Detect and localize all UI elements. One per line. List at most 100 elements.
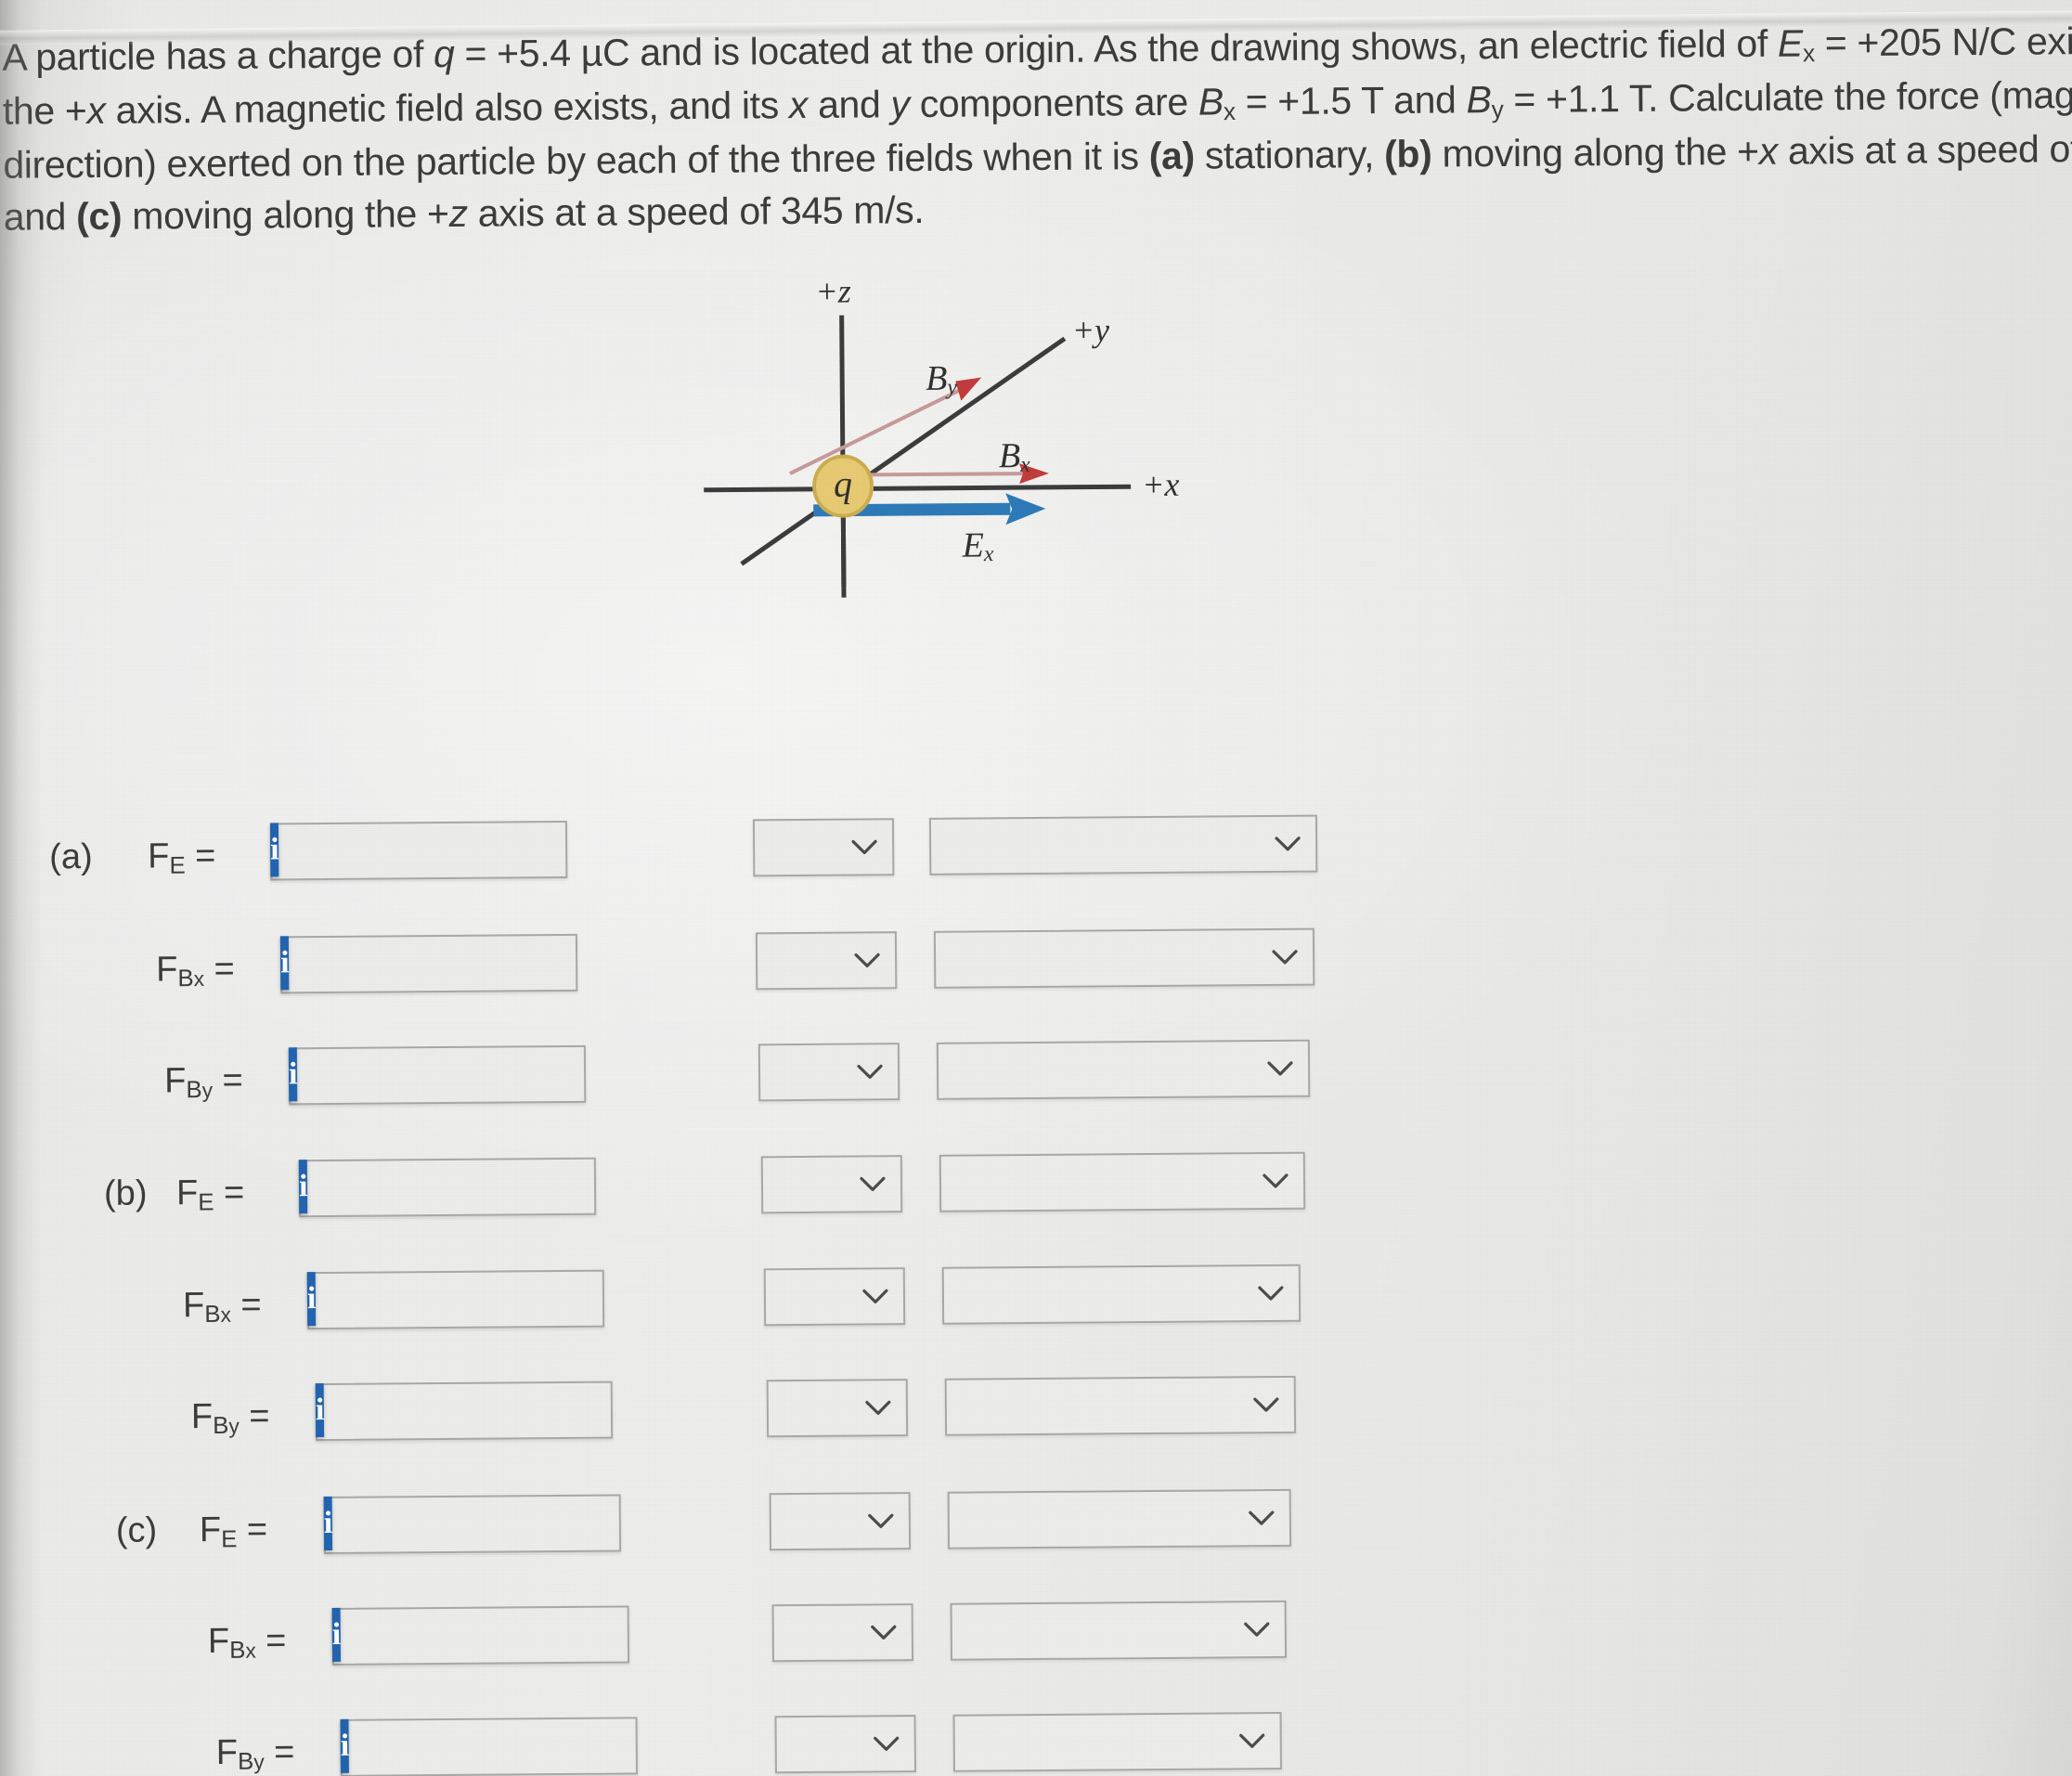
chevron-down-icon: [1257, 1154, 1294, 1208]
answer-input-group: i: [298, 1157, 720, 1218]
unit-select[interactable]: [760, 1155, 903, 1214]
answer-input-group: i: [306, 1269, 729, 1330]
answer-value-input[interactable]: [297, 1045, 710, 1104]
unit-select-value: [763, 1185, 854, 1186]
chevron-down-icon: [854, 1157, 891, 1211]
chevron-down-icon: [1266, 930, 1303, 984]
direction-select-value: [947, 1405, 1248, 1407]
chevron-down-icon: [851, 1044, 888, 1098]
answer-row: FBy = i: [8, 1710, 1495, 1776]
answer-row: (b) FE = i: [4, 1150, 1490, 1227]
answer-row: FBy = i: [6, 1374, 1492, 1451]
answer-rows: (a) FE = i FBx = i FBy = i (b) FE = i FBx = i FBy = i…: [0, 0, 2072, 1776]
chevron-down-icon: [1243, 1491, 1280, 1545]
info-icon[interactable]: i: [269, 823, 279, 877]
chevron-down-icon: [1269, 817, 1306, 871]
chevron-down-icon: [1252, 1266, 1289, 1320]
info-icon[interactable]: i: [331, 1607, 342, 1662]
answer-value-input[interactable]: [316, 1270, 729, 1329]
row-quantity-label: FE =: [175, 1173, 245, 1216]
row-part-label: (a): [49, 836, 93, 877]
unit-select[interactable]: [752, 818, 895, 877]
direction-select[interactable]: [944, 1375, 1297, 1436]
unit-select[interactable]: [769, 1492, 912, 1551]
direction-select[interactable]: [952, 1711, 1282, 1772]
row-quantity-label: FBx =: [207, 1621, 287, 1665]
unit-select-value: [769, 1408, 860, 1409]
answer-input-group: i: [315, 1381, 737, 1442]
answer-value-input[interactable]: [348, 1718, 762, 1775]
answer-input-group: i: [331, 1605, 754, 1666]
direction-select-value: [939, 1069, 1262, 1071]
info-icon[interactable]: i: [315, 1383, 325, 1438]
chevron-down-icon: [860, 1381, 897, 1434]
unit-select[interactable]: [771, 1603, 914, 1663]
chevron-down-icon: [1233, 1714, 1270, 1768]
direction-select-value: [941, 1181, 1257, 1184]
unit-select-value: [766, 1297, 857, 1298]
direction-select[interactable]: [939, 1151, 1306, 1212]
page-content: A particle has a charge of q = +5.4 µC a…: [0, 0, 2072, 1776]
unit-select-value: [774, 1632, 865, 1633]
answer-input-group: i: [279, 933, 702, 994]
unit-select[interactable]: [774, 1715, 916, 1774]
info-icon[interactable]: i: [340, 1718, 350, 1773]
chevron-down-icon: [868, 1717, 905, 1770]
answer-row: FBx = i: [5, 1263, 1491, 1340]
info-icon[interactable]: i: [306, 1272, 317, 1327]
screenshot-page: A particle has a charge of q = +5.4 µC a…: [0, 0, 2072, 1776]
direction-select[interactable]: [936, 1039, 1311, 1100]
unit-select-value: [760, 1072, 851, 1073]
info-icon[interactable]: i: [323, 1496, 333, 1551]
direction-select-value: [950, 1518, 1243, 1520]
chevron-down-icon: [1262, 1042, 1299, 1095]
row-quantity-label: FBy =: [190, 1396, 270, 1440]
unit-select[interactable]: [763, 1267, 906, 1327]
direction-select[interactable]: [947, 1488, 1292, 1549]
answer-input-group: i: [288, 1044, 710, 1106]
chevron-down-icon: [1238, 1602, 1276, 1656]
row-quantity-label: FBy =: [163, 1060, 243, 1104]
info-icon[interactable]: i: [279, 936, 290, 991]
unit-select-value: [771, 1521, 862, 1522]
row-quantity-label: FE =: [148, 836, 216, 879]
direction-select-value: [952, 1629, 1238, 1631]
row-part-label: (b): [103, 1173, 148, 1213]
chevron-down-icon: [1248, 1378, 1285, 1432]
chevron-down-icon: [848, 933, 886, 987]
answer-input-group: i: [323, 1494, 745, 1555]
direction-select[interactable]: [950, 1600, 1288, 1661]
direction-select[interactable]: [928, 814, 1318, 875]
info-icon[interactable]: i: [288, 1047, 298, 1102]
answer-row: FBy = i: [3, 1038, 1489, 1115]
direction-select-value: [936, 957, 1266, 960]
row-quantity-label: FE =: [199, 1510, 268, 1553]
row-quantity-label: FBy =: [215, 1732, 295, 1776]
unit-select-value: [758, 961, 848, 962]
answer-value-input[interactable]: [307, 1158, 720, 1216]
answer-value-input[interactable]: [332, 1495, 745, 1552]
row-quantity-label: FBx =: [155, 949, 235, 992]
answer-input-group: i: [269, 820, 692, 881]
direction-select-value: [931, 844, 1269, 847]
row-quantity-label: FBx =: [182, 1285, 262, 1329]
direction-select[interactable]: [941, 1264, 1301, 1325]
answer-value-input[interactable]: [341, 1606, 754, 1664]
direction-select[interactable]: [933, 927, 1315, 989]
direction-select-value: [944, 1293, 1252, 1296]
chevron-down-icon: [865, 1605, 902, 1659]
unit-select[interactable]: [758, 1043, 900, 1102]
info-icon[interactable]: i: [298, 1160, 308, 1214]
chevron-down-icon: [857, 1269, 894, 1323]
direction-select-value: [955, 1741, 1234, 1743]
unit-select[interactable]: [766, 1379, 909, 1438]
unit-select-value: [755, 848, 846, 849]
row-part-label: (c): [115, 1510, 158, 1550]
unit-select[interactable]: [755, 931, 898, 991]
answer-row: (a) FE = i: [1, 813, 1487, 890]
answer-value-input[interactable]: [289, 934, 702, 992]
chevron-down-icon: [846, 820, 883, 874]
answer-value-input[interactable]: [278, 821, 692, 879]
answer-value-input[interactable]: [324, 1381, 737, 1440]
answer-input-group: i: [340, 1717, 762, 1776]
